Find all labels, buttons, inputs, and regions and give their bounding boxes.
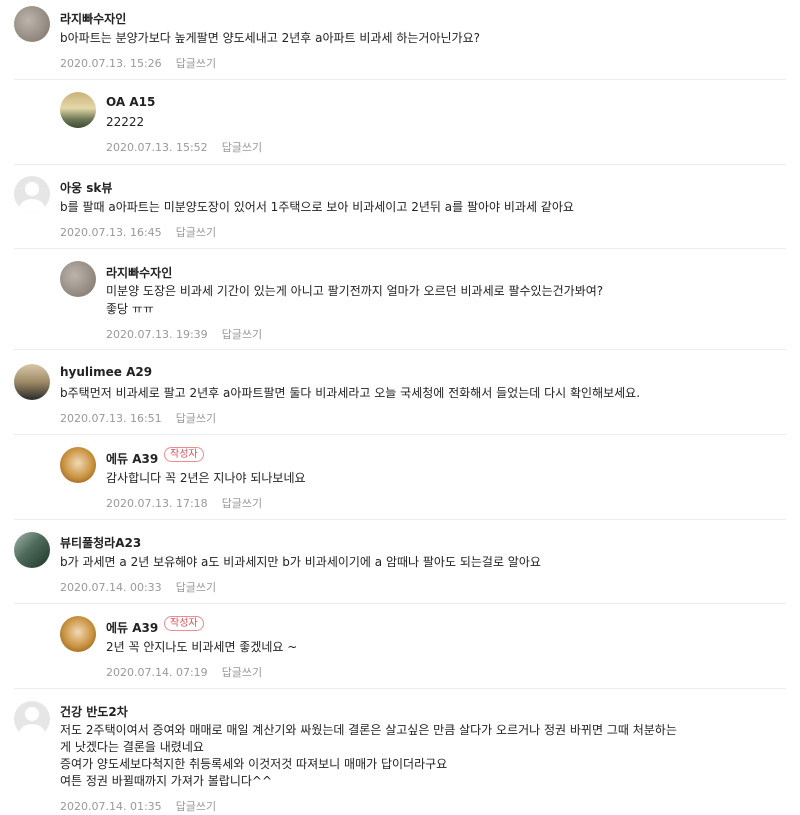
comment-date: 2020.07.14. 07:19 <box>106 666 208 679</box>
comment-date: 2020.07.13. 17:18 <box>106 497 208 510</box>
comment-text: 2년 꼭 안지나도 비과세면 좋겠네요 ~ <box>106 640 298 654</box>
avatar[interactable] <box>14 6 50 42</box>
avatar[interactable] <box>60 616 96 652</box>
comment-meta: 2020.07.13. 17:18 답글쓰기 <box>106 495 262 511</box>
comment-author[interactable]: 뷰티풀청라A23 <box>60 534 141 551</box>
comment-author[interactable]: 에듀 A39 <box>106 450 158 467</box>
avatar[interactable] <box>14 364 50 400</box>
avatar[interactable] <box>60 92 96 128</box>
comment-date: 2020.07.14. 01:35 <box>60 800 162 813</box>
reply-item: 라지빠수자인 미분양 도장은 비과세 기간이 있는게 아니고 팔기전까지 얼마가… <box>0 249 800 349</box>
comment-text: 좋당 ㅠㅠ <box>106 302 154 316</box>
comment-author[interactable]: OA A15 <box>106 95 155 109</box>
reply-item: OA A15 22222 2020.07.13. 15:52 답글쓰기 <box>0 80 800 164</box>
comment-text: 감사합니다 꼭 2년은 지나야 되나보네요 <box>106 471 306 485</box>
reply-item: 에듀 A39 작성자 2년 꼭 안지나도 비과세면 좋겠네요 ~ 2020.07… <box>0 604 800 688</box>
comment-meta: 2020.07.13. 15:52 답글쓰기 <box>106 139 262 155</box>
reply-item: 에듀 A39 작성자 감사합니다 꼭 2년은 지나야 되나보네요 2020.07… <box>0 435 800 519</box>
comment-meta: 2020.07.13. 16:51 답글쓰기 <box>60 410 216 426</box>
reply-button[interactable]: 답글쓰기 <box>176 55 216 71</box>
comment-meta: 2020.07.14. 07:19 답글쓰기 <box>106 664 262 680</box>
comment-date: 2020.07.13. 16:51 <box>60 412 162 425</box>
comment-meta: 2020.07.14. 00:33 답글쓰기 <box>60 579 216 595</box>
comment-date: 2020.07.13. 15:52 <box>106 141 208 154</box>
comment-date: 2020.07.13. 19:39 <box>106 328 208 341</box>
author-badge: 작성자 <box>164 616 204 631</box>
reply-button[interactable]: 답글쓰기 <box>222 326 262 342</box>
comment-item: 아웅 sk뷰 b를 팔때 a아파트는 미분양도장이 있어서 1주택으로 보아 비… <box>0 165 800 248</box>
comment-author[interactable]: 건강 반도2차 <box>60 703 128 720</box>
comment-text: 게 낫겠다는 결론을 내렸네요 <box>60 740 204 754</box>
comment-author[interactable]: 아웅 sk뷰 <box>60 179 112 196</box>
comment-item: 건강 반도2차 저도 2주택이여서 증여와 매매로 매일 계산기와 싸웠는데 결… <box>0 689 800 815</box>
comment-author[interactable]: 라지빠수자인 <box>106 264 172 281</box>
comment-text: 미분양 도장은 비과세 기간이 있는게 아니고 팔기전까지 얼마가 오르던 비과… <box>106 284 604 298</box>
avatar[interactable] <box>14 532 50 568</box>
default-profile-icon[interactable] <box>14 176 50 212</box>
comment-text: 증여가 양도세보다척지한 취등록세와 이것저것 따져보니 매매가 답이더라구요 <box>60 757 448 771</box>
comment-author[interactable]: 라지빠수자인 <box>60 10 126 27</box>
reply-button[interactable]: 답글쓰기 <box>176 410 216 426</box>
comment-item: 라지빠수자인 b아파트는 분양가보다 높게팔면 양도세내고 2년후 a아파트 비… <box>0 0 800 80</box>
reply-button[interactable]: 답글쓰기 <box>222 139 262 155</box>
comment-text: 저도 2주택이여서 증여와 매매로 매일 계산기와 싸웠는데 결론은 살고싶은 … <box>60 723 677 737</box>
comment-meta: 2020.07.14. 01:35 답글쓰기 <box>60 798 216 814</box>
avatar[interactable] <box>60 261 96 297</box>
comment-text: b를 팔때 a아파트는 미분양도장이 있어서 1주택으로 보아 비과세이고 2년… <box>60 200 574 214</box>
comment-meta: 2020.07.13. 15:26 답글쓰기 <box>60 55 216 71</box>
reply-button[interactable]: 답글쓰기 <box>176 224 216 240</box>
comment-text: 여튼 정권 바뀔때까지 가져가 볼랍니다^^ <box>60 774 273 788</box>
comment-meta: 2020.07.13. 16:45 답글쓰기 <box>60 224 216 240</box>
comment-text: b가 과세면 a 2년 보유해야 a도 비과세지만 b가 비과세이기에 a 암때… <box>60 555 541 569</box>
comment-date: 2020.07.13. 16:45 <box>60 226 162 239</box>
comment-author[interactable]: hyulimee A29 <box>60 365 152 379</box>
comment-text: 22222 <box>106 115 145 129</box>
comment-text: b주택먼저 비과세로 팔고 2년후 a아파트팔면 둘다 비과세라고 오늘 국세청… <box>60 386 641 400</box>
reply-button[interactable]: 답글쓰기 <box>222 495 262 511</box>
reply-button[interactable]: 답글쓰기 <box>222 664 262 680</box>
comment-meta: 2020.07.13. 19:39 답글쓰기 <box>106 326 262 342</box>
comment-author[interactable]: 에듀 A39 <box>106 619 158 636</box>
comment-item: hyulimee A29 b주택먼저 비과세로 팔고 2년후 a아파트팔면 둘다… <box>0 350 800 434</box>
comment-item: 뷰티풀청라A23 b가 과세면 a 2년 보유해야 a도 비과세지만 b가 비과… <box>0 520 800 603</box>
comment-date: 2020.07.13. 15:26 <box>60 57 162 70</box>
comment-text: b아파트는 분양가보다 높게팔면 양도세내고 2년후 a아파트 비과세 하는거아… <box>60 31 480 45</box>
reply-button[interactable]: 답글쓰기 <box>176 579 216 595</box>
comment-date: 2020.07.14. 00:33 <box>60 581 162 594</box>
reply-button[interactable]: 답글쓰기 <box>176 798 216 814</box>
default-profile-icon[interactable] <box>14 701 50 737</box>
author-badge: 작성자 <box>164 447 204 462</box>
avatar[interactable] <box>60 447 96 483</box>
